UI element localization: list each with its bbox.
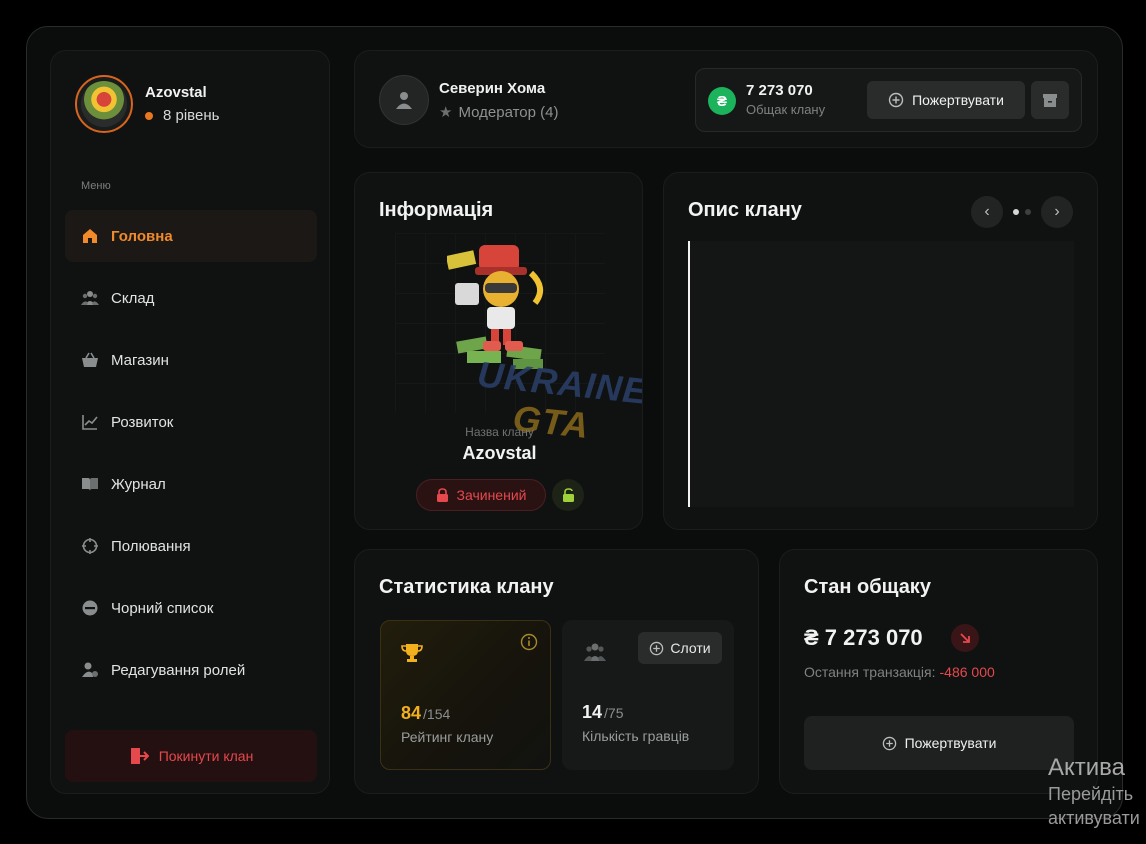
slots-button[interactable]: Слоти <box>638 632 722 664</box>
description-textarea[interactable] <box>688 241 1074 507</box>
sidebar-item-label: Чорний список <box>111 599 214 617</box>
info-card: Інформація UKRAINE GTA Назва клану Azovs… <box>354 172 643 530</box>
description-title: Опис клану <box>688 199 802 221</box>
sidebar-item-label: Магазин <box>111 351 169 369</box>
rating-tile: 84/154 Рейтинг клану <box>380 620 551 770</box>
clan-name: Azovstal <box>145 84 207 101</box>
donate-button[interactable]: Пожертвувати <box>867 81 1025 119</box>
user-name: Северин Хома <box>439 80 546 97</box>
star-icon: ★ <box>439 104 453 121</box>
crosshair-icon <box>81 537 99 555</box>
fund-amount: 7 273 070 <box>746 82 813 99</box>
chart-icon <box>81 413 99 431</box>
sidebar-item-label: Редагування ролей <box>111 661 246 679</box>
clan-name-value: Azovstal <box>462 443 537 463</box>
sidebar-item-development[interactable]: Розвиток <box>65 396 317 448</box>
stats-card: Статистика клану 84/154 Рейтинг клану Сл… <box>354 549 759 794</box>
clan-name-label: Назва клану <box>465 425 534 439</box>
sidebar-item-home[interactable]: Головна <box>65 210 317 262</box>
status-badge: Зачинений <box>416 479 546 511</box>
sidebar-item-label: Розвиток <box>111 413 174 431</box>
clan-avatar <box>75 75 133 133</box>
sidebar-item-shop[interactable]: Магазин <box>65 334 317 386</box>
pager-dot-active <box>1013 209 1019 215</box>
stats-title: Статистика клану <box>379 576 554 598</box>
fund-title: Стан общаку <box>804 576 931 598</box>
trend-down-button[interactable] <box>951 624 979 652</box>
archive-icon <box>1042 92 1058 108</box>
players-value: 14/75 <box>582 702 624 722</box>
players-tile: Слоти 14/75 Кількість гравців <box>562 620 734 770</box>
level-dot-icon <box>145 111 153 120</box>
hryvnia-coin-icon: ₴ <box>708 87 736 115</box>
sidebar-item-blacklist[interactable]: Чорний список <box>65 582 317 634</box>
plus-circle-icon <box>888 92 904 108</box>
user-icon <box>396 92 412 109</box>
last-transaction: Остання транзакція: -486 000 <box>804 664 995 680</box>
sidebar: Azovstal 8 рівень Меню Головна Склад Маг… <box>50 50 330 794</box>
info-title: Інформація <box>379 199 494 221</box>
info-icon[interactable] <box>520 633 538 651</box>
lock-icon <box>436 488 449 502</box>
people-icon <box>584 642 606 662</box>
windows-activation-notice: Актива Перейдіть активувати <box>1048 754 1140 828</box>
rating-caption: Рейтинг клану <box>401 729 494 745</box>
plus-circle-icon <box>649 641 664 656</box>
description-card: Опис клану ‹ › <box>663 172 1098 530</box>
chevron-right-icon: › <box>1054 203 1060 220</box>
sidebar-item-label: Головна <box>111 227 173 245</box>
fund-total: ₴ 7 273 070 <box>804 625 923 650</box>
fund-label: Общак клану <box>746 102 826 117</box>
clan-emblem-image <box>445 243 555 373</box>
unlock-icon <box>562 488 575 502</box>
user-avatar <box>379 75 429 125</box>
menu-title: Меню <box>81 180 111 192</box>
home-icon <box>81 227 99 245</box>
sidebar-item-roles[interactable]: Редагування ролей <box>65 644 317 696</box>
sidebar-item-label: Журнал <box>111 475 166 493</box>
top-bar: Северин Хома ★ Модератор (4) ₴ 7 273 070… <box>354 50 1098 148</box>
plus-circle-icon <box>882 736 897 751</box>
storage-button[interactable] <box>1031 81 1069 119</box>
block-icon <box>81 599 99 617</box>
next-arrow-button[interactable]: › <box>1041 196 1073 228</box>
people-icon <box>81 289 99 307</box>
rating-value: 84/154 <box>401 703 451 723</box>
sidebar-item-label: Полювання <box>111 537 191 555</box>
sidebar-item-hunting[interactable]: Полювання <box>65 520 317 572</box>
sidebar-item-label: Склад <box>111 289 155 307</box>
chevron-left-icon: ‹ <box>984 203 990 220</box>
arrow-down-right-icon <box>959 632 971 644</box>
book-icon <box>81 475 99 493</box>
user-role: ★ Модератор (4) <box>439 103 559 122</box>
clan-profile: Azovstal 8 рівень <box>75 75 219 133</box>
players-caption: Кількість гравців <box>582 728 690 744</box>
user-settings-icon <box>81 661 99 679</box>
basket-icon <box>81 351 99 369</box>
sidebar-item-journal[interactable]: Журнал <box>65 458 317 510</box>
exit-icon <box>129 746 149 766</box>
clan-level: 8 рівень <box>145 107 219 124</box>
prev-arrow-button[interactable]: ‹ <box>971 196 1003 228</box>
sidebar-item-warehouse[interactable]: Склад <box>65 272 317 324</box>
clan-fund-panel: ₴ 7 273 070 Общак клану Пожертвувати <box>695 68 1082 132</box>
donate-fund-button[interactable]: Пожертвувати <box>804 716 1074 770</box>
trophy-icon <box>401 643 423 663</box>
pager-dot <box>1025 209 1031 215</box>
unlock-button[interactable] <box>552 479 584 511</box>
leave-clan-button[interactable]: Покинути клан <box>65 730 317 782</box>
